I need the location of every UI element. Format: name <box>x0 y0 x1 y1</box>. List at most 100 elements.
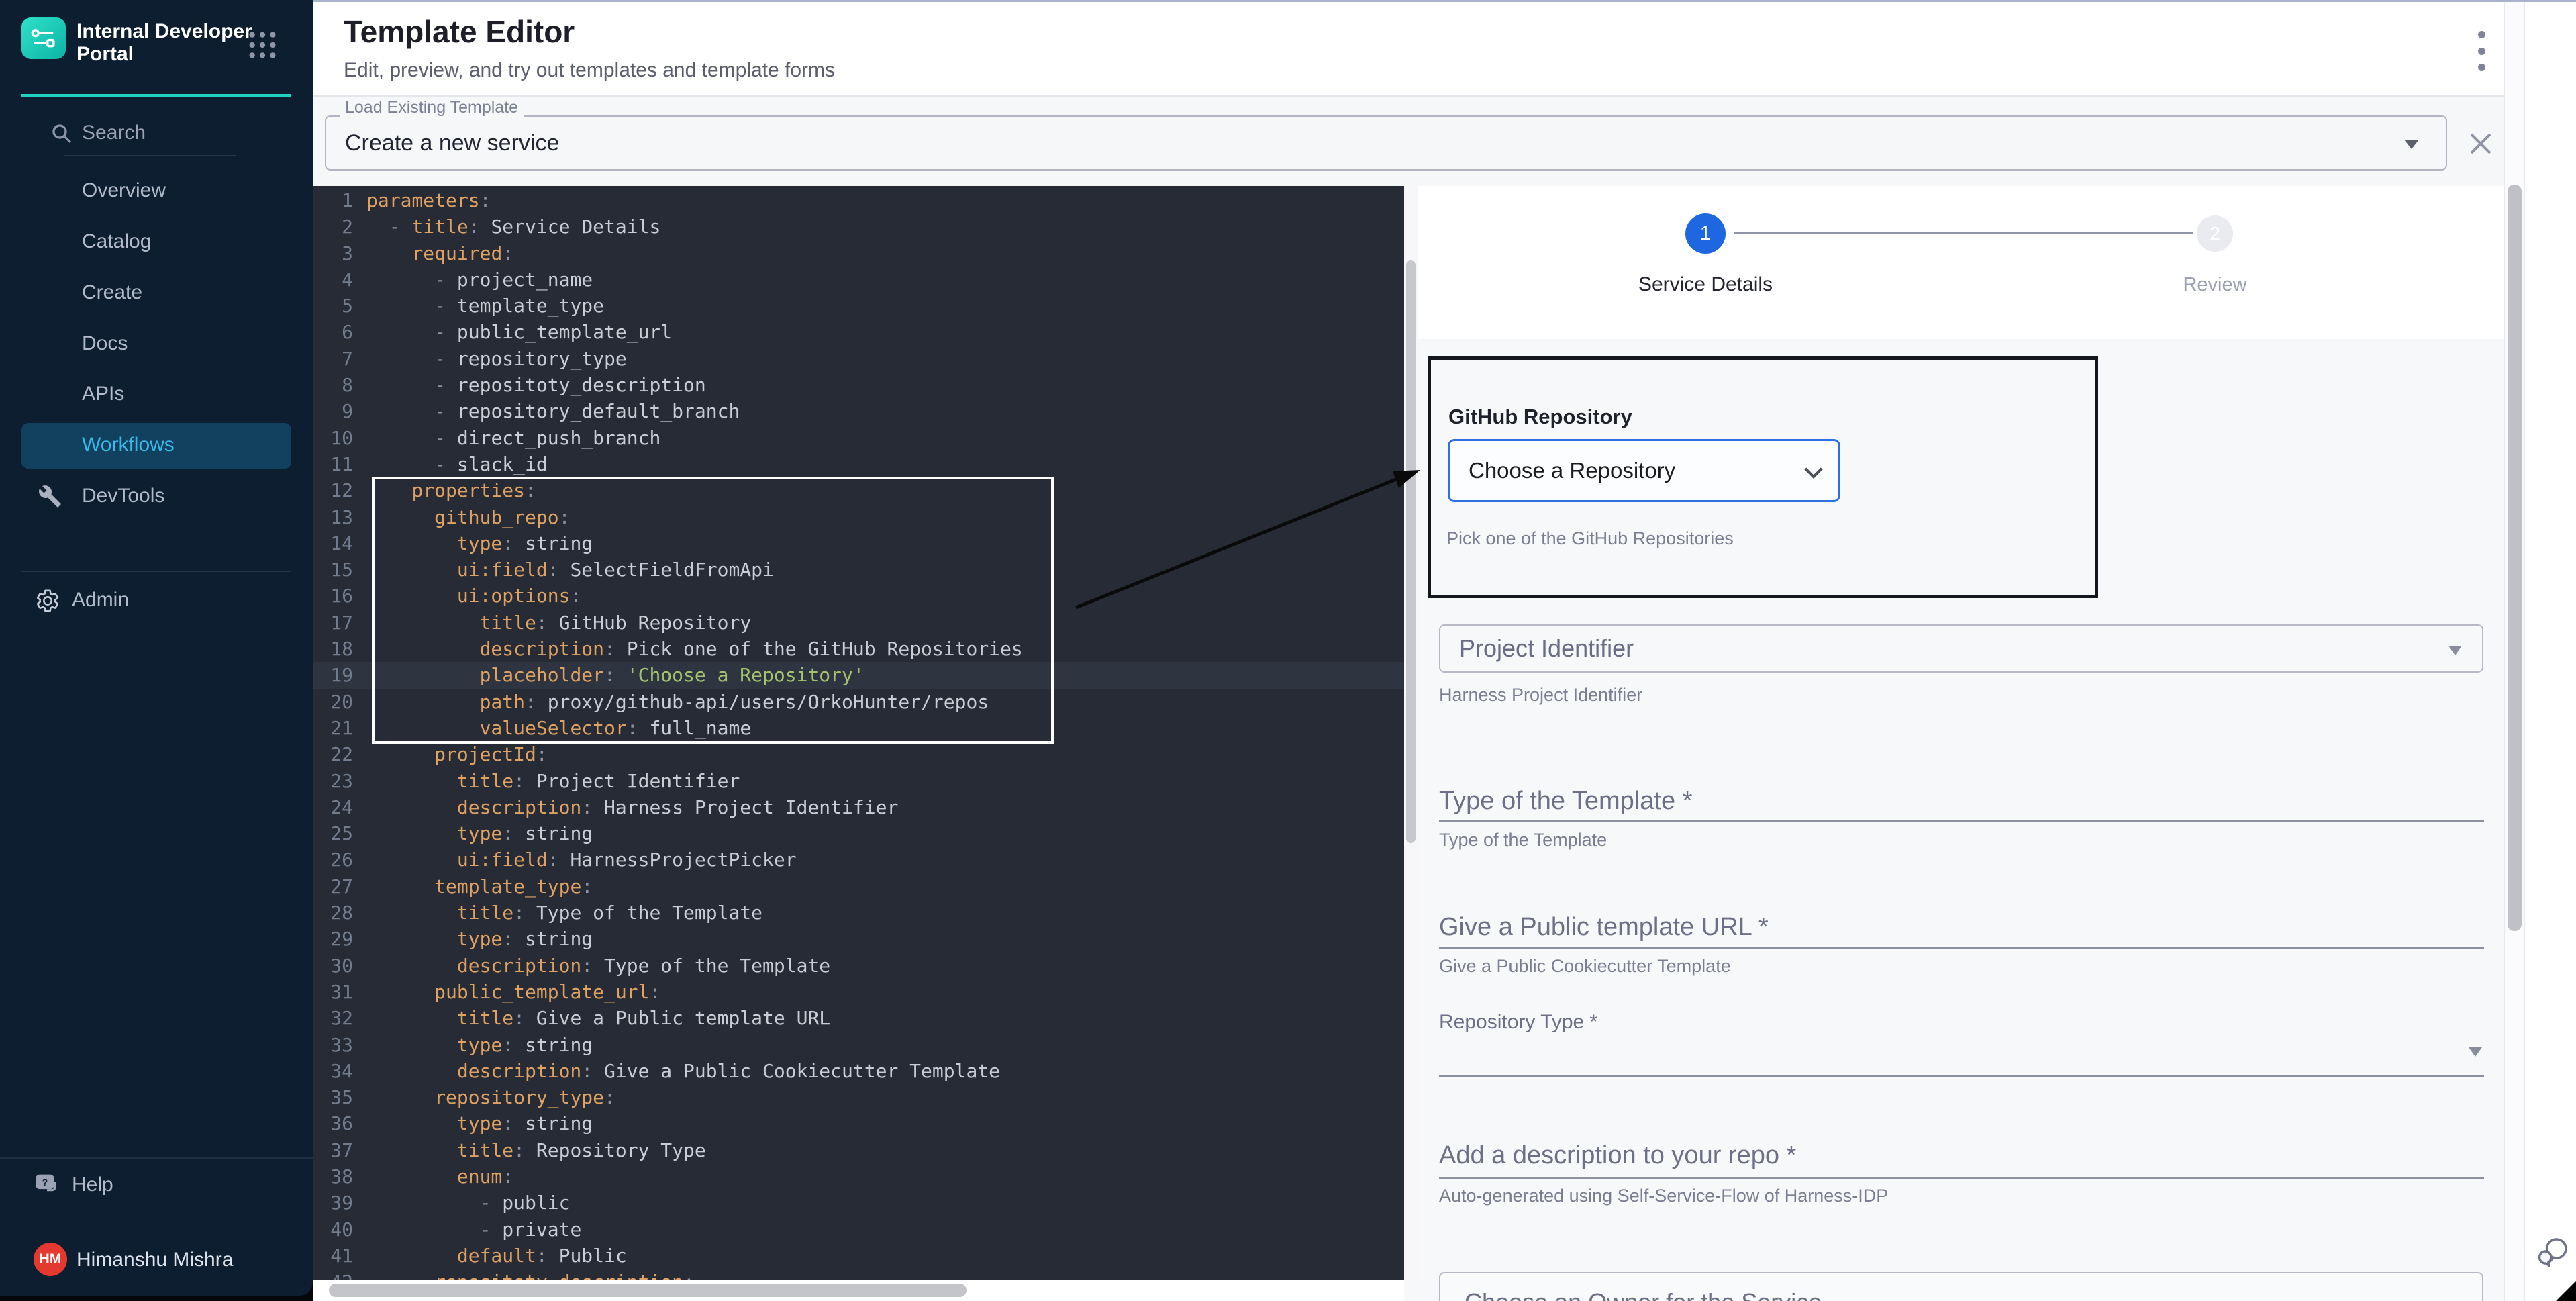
step-1-circle[interactable]: 1 <box>1685 213 1726 254</box>
sidebar-item-label: Search <box>82 122 146 144</box>
code-line: 26 ui:field: HarnessProjectPicker <box>313 847 1404 873</box>
sidebar: Internal Developer Portal Search Overvie… <box>0 0 313 1296</box>
code-line: 3 required: <box>313 240 1404 267</box>
sidebar-divider <box>21 571 291 572</box>
sidebar-item-label: Docs <box>82 332 128 355</box>
sidebar-divider <box>64 155 236 156</box>
code-line: 22 projectId: <box>313 741 1404 767</box>
load-template-select[interactable]: Create a new service <box>325 115 2447 171</box>
editor-horizontal-scrollbar-thumb[interactable] <box>329 1284 967 1297</box>
code-line: 31 public_template_url: <box>313 979 1404 1005</box>
step-connector <box>1734 232 2193 234</box>
github-repository-select[interactable]: Choose a Repository <box>1448 439 1840 502</box>
load-template-value: Create a new service <box>345 130 559 156</box>
sidebar-item-label: Help <box>72 1173 113 1196</box>
public-url-field-label[interactable]: Give a Public template URL * <box>1439 913 1769 942</box>
sidebar-item-workflows[interactable]: Workflows <box>0 426 313 464</box>
sidebar-item-admin[interactable]: Admin <box>0 581 313 619</box>
caret-down-icon <box>2404 140 2419 149</box>
sidebar-item-devtools[interactable]: DevTools <box>0 477 313 515</box>
app-root: Internal Developer Portal Search Overvie… <box>0 0 2576 1301</box>
code-line: 41 default: Public <box>313 1243 1404 1269</box>
close-icon[interactable] <box>2467 130 2494 157</box>
sidebar-item-catalog[interactable]: Catalog <box>0 223 313 260</box>
project-identifier-select[interactable]: Project Identifier <box>1439 624 2483 673</box>
github-repository-label: GitHub Repository <box>1448 405 1632 429</box>
code-line: 40 - private <box>313 1216 1404 1243</box>
code-line: 4 - project_name <box>313 267 1404 293</box>
code-line: 33 type: string <box>313 1032 1404 1058</box>
code-line: 36 type: string <box>313 1110 1404 1137</box>
sidebar-item-label: Workflows <box>82 434 175 456</box>
repo-description-field-label[interactable]: Add a description to your repo * <box>1439 1141 1796 1170</box>
template-type-helper: Type of the Template <box>1439 830 1607 851</box>
step-2-label: Review <box>2114 274 2316 296</box>
code-line: 37 title: Repository Type <box>313 1137 1404 1163</box>
code-line: 35 repository_type: <box>313 1084 1404 1110</box>
repository-type-field-label[interactable]: Repository Type * <box>1439 1011 1597 1034</box>
code-annotation-box <box>372 477 1054 744</box>
code-line: 1parameters: <box>313 187 1404 213</box>
github-repository-helper: Pick one of the GitHub Repositories <box>1446 528 1734 549</box>
page-subtitle: Edit, preview, and try out templates and… <box>344 59 835 82</box>
step-2-circle[interactable]: 2 <box>2197 215 2233 252</box>
sidebar-accent-line <box>21 94 291 97</box>
code-line: 30 description: Type of the Template <box>313 953 1404 979</box>
editor-vertical-scrollbar-thumb[interactable] <box>1406 260 1416 843</box>
page-vertical-scrollbar-thumb[interactable] <box>2508 185 2522 931</box>
chat-bubbles-icon[interactable] <box>2534 1234 2571 1271</box>
avatar[interactable]: HM <box>34 1243 67 1276</box>
portal-title: Internal Developer Portal <box>77 20 256 66</box>
repo-description-underline <box>1439 1177 2484 1179</box>
code-line: 11 - slack_id <box>313 451 1404 477</box>
page-title: Template Editor <box>344 13 575 50</box>
step-1-label: Service Details <box>1605 273 1806 296</box>
code-line: 32 title: Give a Public template URL <box>313 1005 1404 1031</box>
search-icon <box>50 122 74 146</box>
load-template-label: Load Existing Template <box>340 98 524 117</box>
code-line: 5 - template_type <box>313 293 1404 319</box>
project-identifier-placeholder: Project Identifier <box>1459 634 1634 663</box>
sidebar-item-label: Admin <box>72 589 129 612</box>
owner-placeholder: Choose an Owner for the Service <box>1465 1288 1822 1301</box>
public-url-helper: Give a Public Cookiecutter Template <box>1439 956 1731 977</box>
code-line: 34 description: Give a Public Cookiecutt… <box>313 1058 1404 1084</box>
right-margin <box>2526 2 2576 1301</box>
kebab-vertical-icon[interactable] <box>2471 31 2491 71</box>
template-type-field-label[interactable]: Type of the Template * <box>1439 787 1692 816</box>
sidebar-item-label: Create <box>82 281 142 304</box>
step-number: 1 <box>1700 222 1712 245</box>
repo-description-helper: Auto-generated using Self-Service-Flow o… <box>1439 1186 1888 1206</box>
user-name[interactable]: Himanshu Mishra <box>77 1249 233 1271</box>
sidebar-item-label: APIs <box>82 383 124 405</box>
sidebar-item-docs[interactable]: Docs <box>0 325 313 363</box>
code-line: 25 type: string <box>313 820 1404 847</box>
sliders-logo-icon <box>29 26 58 50</box>
sidebar-item-search[interactable]: Search <box>0 114 313 152</box>
sidebar-item-overview[interactable]: Overview <box>0 172 313 209</box>
wrench-icon <box>38 484 62 508</box>
project-identifier-helper: Harness Project Identifier <box>1439 685 1642 706</box>
stepper-section <box>1418 186 2504 339</box>
grid-apps-icon[interactable] <box>247 30 278 60</box>
sidebar-item-apis[interactable]: APIs <box>0 375 313 413</box>
code-line: 10 - direct_push_branch <box>313 425 1404 451</box>
code-line: 29 type: string <box>313 926 1404 952</box>
caret-down-icon[interactable] <box>2469 1047 2482 1057</box>
sidebar-item-help[interactable]: ? Help <box>0 1166 313 1204</box>
owner-select[interactable]: Choose an Owner for the Service <box>1439 1272 2483 1301</box>
svg-text:?: ? <box>42 1177 48 1188</box>
step-number: 2 <box>2210 223 2220 244</box>
sidebar-item-create[interactable]: Create <box>0 274 313 311</box>
chevron-down-icon <box>1803 467 1824 479</box>
code-line: 9 - repository_default_branch <box>313 398 1404 424</box>
code-line: 23 title: Project Identifier <box>313 768 1404 794</box>
sidebar-divider <box>0 1157 313 1159</box>
portal-logo[interactable] <box>21 17 66 59</box>
code-line: 7 - repository_type <box>313 346 1404 372</box>
public-url-underline <box>1439 947 2484 949</box>
code-line: 27 template_type: <box>313 873 1404 900</box>
sidebar-item-label: Overview <box>82 179 166 202</box>
repository-type-underline <box>1439 1075 2484 1077</box>
code-line: 2 - title: Service Details <box>313 213 1404 240</box>
